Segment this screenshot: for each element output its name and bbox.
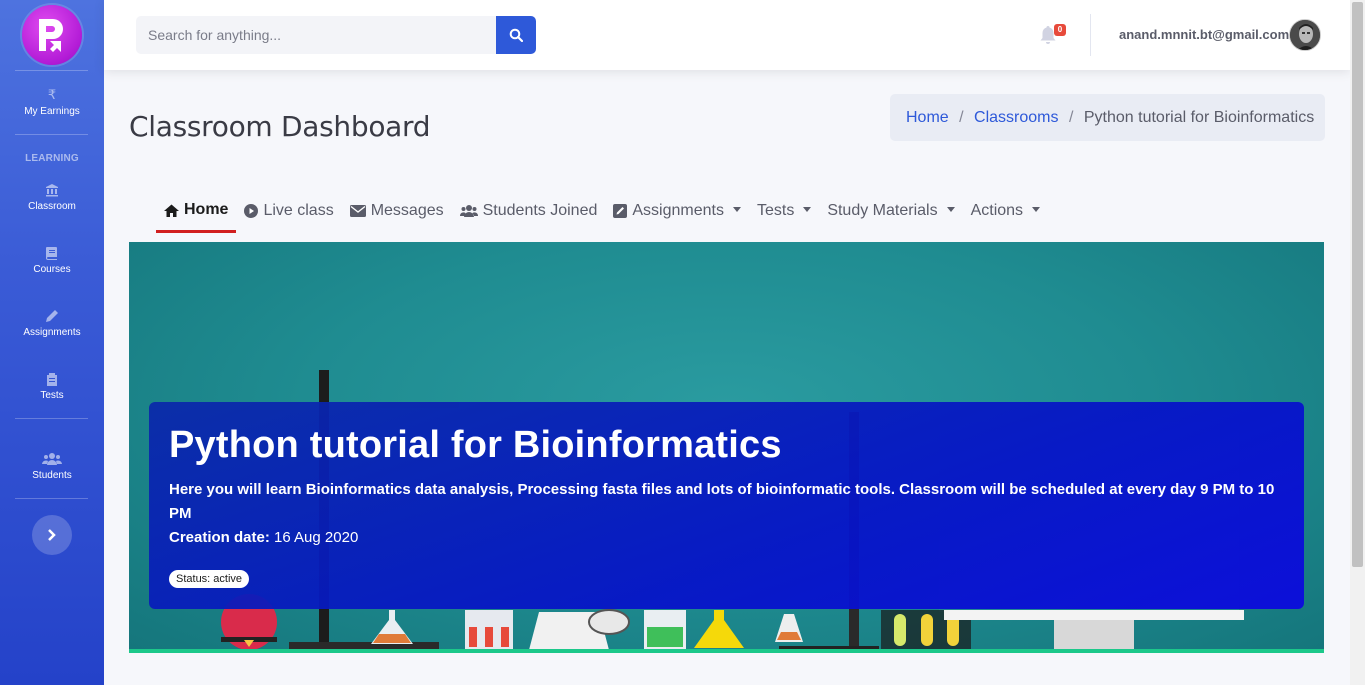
scrollbar-thumb[interactable] [1352,2,1363,567]
tab-label: Home [184,201,229,218]
rupee-icon: ₹ [47,87,57,102]
avatar-image [1290,20,1320,50]
classroom-banner: Python tutorial for Bioinformatics Here … [129,242,1324,653]
breadcrumb-classrooms-link[interactable]: Classrooms [974,109,1058,126]
clipboard-icon [47,373,57,386]
tab-study-materials-dropdown[interactable]: Study Materials [819,190,962,231]
creation-date-label: Creation date: [169,529,270,546]
play-circle-icon [244,203,259,218]
sidebar-item-label: Tests [40,390,64,401]
tab-label: Messages [370,201,444,219]
tab-home[interactable]: Home [156,190,237,233]
tab-label: Study Materials [827,201,938,219]
sidebar-item-classroom[interactable]: Classroom [0,183,104,212]
status-badge: Status: active [169,570,250,588]
tab-actions-dropdown[interactable]: Actions [963,190,1048,231]
sidebar-item-courses[interactable]: Courses [0,246,104,275]
sidebar-item-label: Students [32,470,72,481]
classroom-description: Here you will learn Bioinformatics data … [169,481,1275,522]
logo-p-icon [39,19,63,52]
breadcrumb-home-link[interactable]: Home [906,109,949,126]
creation-date-value: 16 Aug 2020 [274,529,359,546]
sidebar-heading-learning: LEARNING [25,153,79,164]
avatar[interactable] [1289,19,1321,51]
sidebar-item-label: Classroom [28,201,76,212]
sidebar-item-my-earnings[interactable]: ₹ My Earnings [0,87,104,118]
tab-students-joined[interactable]: Students Joined [452,190,606,231]
search-button[interactable] [496,16,536,54]
notification-count-badge: 0 [1054,24,1066,36]
tab-messages[interactable]: Messages [342,190,452,231]
caret-down-icon [946,207,955,212]
user-email[interactable]: anand.mnnit.bt@gmail.com [1119,27,1289,42]
caret-down-icon [732,207,741,212]
tab-label: Students Joined [482,201,598,219]
topbar-divider [1090,14,1091,56]
page-title: Classroom Dashboard [129,110,431,143]
chevron-right-icon [48,529,56,541]
tab-label: Assignments [632,201,724,219]
tab-assignments-dropdown[interactable]: Assignments [605,190,749,231]
sidebar-item-students[interactable]: Students [0,452,104,481]
sidebar: ₹ My Earnings LEARNING Classroom Courses… [0,0,104,685]
brand-logo[interactable] [22,5,82,65]
breadcrumb-current: Python tutorial for Bioinformatics [1083,109,1315,126]
users-icon [42,453,62,465]
breadcrumb-separator: / [959,109,964,126]
search-input[interactable] [136,16,496,54]
breadcrumb: Home / Classrooms / Python tutorial for … [890,94,1325,141]
book-icon [46,247,57,260]
page-scrollbar[interactable] [1350,0,1365,685]
sidebar-divider [15,70,88,71]
tab-label: Tests [756,201,795,219]
sidebar-item-tests[interactable]: Tests [0,372,104,401]
sidebar-item-label: My Earnings [24,106,80,117]
envelope-icon [349,204,366,217]
tab-live-class[interactable]: Live class [236,190,341,231]
tab-tests-dropdown[interactable]: Tests [749,190,819,231]
sidebar-item-label: Assignments [23,327,81,338]
classroom-info-card: Python tutorial for Bioinformatics Here … [149,402,1304,609]
tab-label: Actions [970,201,1024,219]
home-icon [164,204,179,217]
bank-icon [46,184,58,197]
pencil-icon [46,310,58,322]
search-icon [509,28,523,42]
classroom-tabs: Home Live class Messages Students Joined… [156,190,1048,234]
sidebar-divider [15,418,88,419]
creation-date-row: Creation date: 16 Aug 2020 [169,526,1284,550]
topbar: 0 anand.mnnit.bt@gmail.com [104,0,1350,70]
tab-label: Live class [263,201,334,219]
sidebar-toggle-button[interactable] [32,515,72,555]
sidebar-item-label: Courses [33,264,71,275]
caret-down-icon [803,207,812,212]
breadcrumb-separator: / [1068,109,1074,126]
sidebar-divider [15,134,88,135]
edit-icon [613,203,628,218]
classroom-title: Python tutorial for Bioinformatics [169,424,782,466]
users-icon [459,204,478,217]
sidebar-divider [15,498,88,499]
sidebar-item-assignments[interactable]: Assignments [0,309,104,338]
caret-down-icon [1032,207,1041,212]
